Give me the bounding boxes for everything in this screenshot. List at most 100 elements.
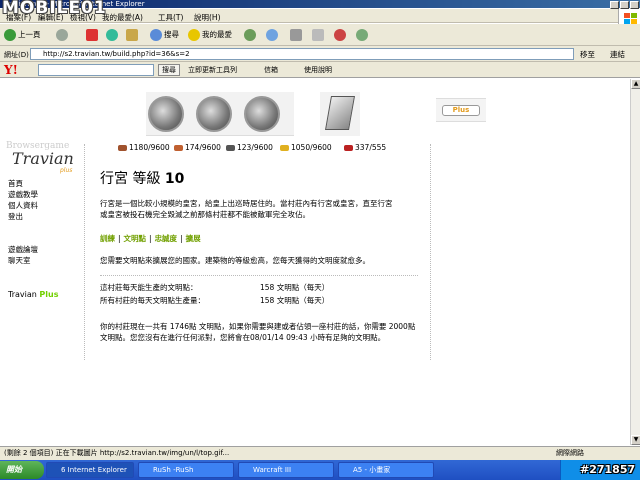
start-button[interactable]: 開始 [0,461,44,479]
history-icon [244,29,256,41]
task-paint[interactable]: A5 - 小畫家 [338,462,434,478]
menu-profile[interactable]: 個人資料 [8,200,38,211]
menu-favorites[interactable]: 我的最愛(A) [102,12,143,23]
yahoo-search-button[interactable]: 搜尋 [158,64,180,76]
edit-button[interactable] [312,28,326,42]
maximize-button[interactable] [620,1,629,9]
iron-icon [226,145,235,151]
menu-logout[interactable]: 登出 [8,211,38,222]
stop-icon [86,29,98,41]
discuss-button[interactable] [356,28,370,42]
map-icon[interactable] [244,96,280,132]
edit-icon [312,29,324,41]
right-divider [430,144,431,360]
consumption-icon [344,145,353,151]
star-icon [188,29,200,41]
crop-icon [280,145,289,151]
stat-label: 這村莊每天能生產的文明點： [100,283,198,292]
consumption-resource: 337/555 [344,143,386,152]
village-overview-icon[interactable] [148,96,184,132]
update-toolbar-button[interactable]: 立即更新工具列 [188,65,237,75]
menu-chat[interactable]: 聊天室 [8,255,38,266]
logo-main-text: Travian [12,149,74,168]
forward-button[interactable] [56,28,70,42]
vertical-scrollbar[interactable]: ▲ ▼ [630,79,640,445]
go-button[interactable]: 移至 [580,49,595,60]
minimize-button[interactable] [610,1,619,9]
plus-button[interactable]: Plus [442,105,480,116]
iron-resource: 123/9600 [226,143,273,152]
travian-plus-link[interactable]: Travian Plus [8,290,58,299]
consumption-value: 337/555 [355,143,387,152]
tab-expansion[interactable]: 擴展 [186,234,201,243]
menu-forum[interactable]: 遊戲論壇 [8,244,38,255]
tab-culture-points[interactable]: 文明點 [124,234,147,243]
yahoo-search-input[interactable] [38,64,154,76]
status-text: (剩餘 2 個項目) 正在下載圖片 http://s2.travian.tw/i… [4,449,230,457]
menu-tutorial[interactable]: 遊戲教學 [8,189,38,200]
scroll-up-button[interactable]: ▲ [631,79,640,89]
internet-zone: 網際網路 [556,449,584,457]
task-rush[interactable]: RuSh -RuSh [138,462,234,478]
tab-loyalty[interactable]: 忠誠度 [155,234,178,243]
help-link[interactable]: 使用說明 [304,65,332,75]
favorites-label: 我的最愛 [202,30,232,39]
village-nav [146,92,294,136]
building-name: 行宮 等級 [100,171,161,187]
stat-value: 158 文明點（每天） [260,296,330,305]
clay-value: 174/9600 [185,143,221,152]
crop-resource: 1050/9600 [280,143,332,152]
mail-icon [266,29,278,41]
refresh-icon [106,29,118,41]
address-input[interactable]: http://s2.travian.tw/build.php?id=36&s=2 [30,48,574,60]
address-bar: 網址(D) http://s2.travian.tw/build.php?id=… [0,46,640,62]
intro-divider [100,275,418,276]
culture-intro: 您需要文明點來擴展您的國家。建築物的等級愈高，您每天獲得的文明度就愈多。 [100,256,370,265]
crop-value: 1050/9600 [291,143,332,152]
history-button[interactable] [244,28,258,42]
reports-book-icon[interactable] [325,96,355,130]
culture-summary: 你的村莊現在一共有 1746點 文明點，如果你需要與建或者佔領一座村莊的話，你需… [100,322,416,342]
back-arrow-icon [4,29,16,41]
yahoo-logo-icon[interactable]: Y! [4,63,18,77]
refresh-button[interactable] [106,28,120,42]
mobile01-logo: MOBILE01 [2,0,107,18]
clay-resource: 174/9600 [174,143,221,152]
building-level: 10 [164,171,185,187]
plus-box: Plus [436,98,486,122]
taskbar: 開始 6 Internet Explorer RuSh -RuSh Warcra… [0,460,640,480]
travian-plus-b: Plus [39,290,59,299]
search-button[interactable]: 搜尋 [150,28,179,42]
stop-button[interactable] [86,28,100,42]
stat-row: 這村莊每天能生產的文明點： 158 文明點（每天） [100,281,360,294]
task-warcraft[interactable]: Warcraft III [238,462,334,478]
task-ie[interactable]: 6 Internet Explorer [46,462,134,478]
print-button[interactable] [290,28,304,42]
watermark-id: #271857 [580,463,636,476]
menu-help[interactable]: 說明(H) [194,12,221,23]
clay-icon [174,145,183,151]
favorites-button[interactable]: 我的最愛 [188,28,232,42]
menu-home[interactable]: 首頁 [8,178,38,189]
forward-arrow-icon [56,29,68,41]
back-button[interactable]: 上一頁 [4,28,41,42]
discuss-icon [356,29,368,41]
mail-link[interactable]: 信箱 [264,65,278,75]
links-button[interactable]: 連結 [610,49,625,60]
wood-icon [118,145,127,151]
messenger-button[interactable] [334,28,348,42]
home-button[interactable] [126,28,140,42]
mail-button[interactable] [266,28,280,42]
travian-logo[interactable]: Browsergame Travian plus [6,141,76,179]
close-button[interactable] [630,1,639,9]
status-bar: (剩餘 2 個項目) 正在下載圖片 http://s2.travian.tw/i… [0,446,640,460]
wood-value: 1180/9600 [129,143,170,152]
village-center-icon[interactable] [196,96,232,132]
menu-tools[interactable]: 工具(T) [158,12,183,23]
address-label: 網址(D) [4,51,29,59]
scroll-down-button[interactable]: ▼ [631,435,640,445]
yahoo-toolbar: Y! 搜尋 立即更新工具列 信箱 使用說明 [0,62,640,78]
tab-train[interactable]: 訓練 [100,234,115,243]
stat-label: 所有村莊的每天文明點生產量： [100,296,205,305]
search-label: 搜尋 [164,30,179,39]
